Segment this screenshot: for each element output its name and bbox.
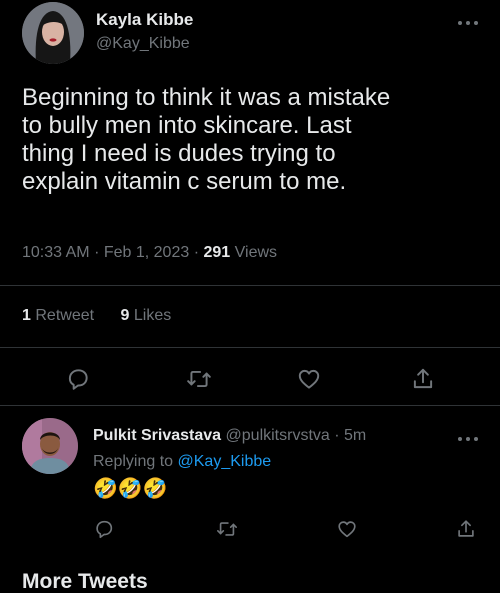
share-icon[interactable] xyxy=(410,366,436,392)
replying-to: Replying to @Kay_Kibbe xyxy=(93,453,271,471)
likes-stat[interactable]: 9 Likes xyxy=(121,307,172,324)
reply-text: 🤣🤣🤣 xyxy=(93,478,168,500)
author-avatar[interactable] xyxy=(22,2,84,64)
tweet-time[interactable]: 10:33 AM xyxy=(22,244,90,261)
more-horizontal-icon[interactable] xyxy=(457,14,479,25)
reply-author-avatar[interactable] xyxy=(22,418,78,474)
retweets-count: 1 xyxy=(22,307,31,324)
tweet-date[interactable]: Feb 1, 2023 xyxy=(104,244,189,261)
reply-author-name[interactable]: Pulkit Srivastava xyxy=(93,427,221,444)
meta-separator: · xyxy=(334,427,345,444)
heart-icon[interactable] xyxy=(296,366,322,392)
reply-author-handle[interactable]: @pulkitsrvstva xyxy=(226,427,330,444)
avatar-image xyxy=(22,2,84,64)
engagement-stats: 1 Retweet 9 Likes xyxy=(22,307,193,325)
divider xyxy=(0,285,500,286)
divider xyxy=(0,347,500,348)
views-label: Views xyxy=(234,244,278,261)
retweets-stat[interactable]: 1 Retweet xyxy=(22,307,94,324)
reply-icon[interactable] xyxy=(93,518,115,540)
reply-icon[interactable] xyxy=(65,366,91,392)
heart-icon[interactable] xyxy=(336,518,358,540)
author-name[interactable]: Kayla Kibbe xyxy=(96,10,193,30)
likes-label: Likes xyxy=(133,307,172,324)
tweet-detail-page: Kayla Kibbe @Kay_Kibbe Beginning to thin… xyxy=(0,0,500,593)
more-horizontal-icon[interactable] xyxy=(457,430,479,441)
author-handle[interactable]: @Kay_Kibbe xyxy=(96,35,190,53)
retweet-icon[interactable] xyxy=(186,366,212,392)
avatar-image xyxy=(22,418,78,474)
replying-to-mention[interactable]: @Kay_Kibbe xyxy=(178,453,272,470)
retweets-label: Retweet xyxy=(35,307,95,324)
divider xyxy=(0,405,500,406)
reply-header: Pulkit Srivastava @pulkitsrvstva · 5m xyxy=(93,427,366,445)
share-icon[interactable] xyxy=(455,518,477,540)
replying-to-label: Replying to xyxy=(93,453,174,470)
tweet-meta: 10:33 AM · Feb 1, 2023 · 291 Views xyxy=(22,244,277,262)
reply-time[interactable]: 5m xyxy=(344,427,366,444)
likes-count: 9 xyxy=(120,307,130,324)
tweet-text: Beginning to think it was a mistake to b… xyxy=(22,84,391,195)
views-count: 291 xyxy=(203,244,231,261)
more-tweets-heading: More Tweets xyxy=(22,570,148,593)
meta-separator: · xyxy=(94,244,104,261)
retweet-icon[interactable] xyxy=(216,518,238,540)
